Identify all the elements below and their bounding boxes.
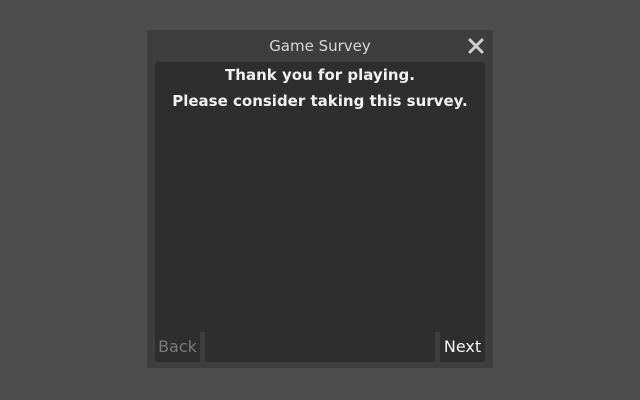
next-button[interactable]: Next <box>440 331 485 362</box>
survey-dialog: Game Survey Thank you for playing. Pleas… <box>147 30 493 368</box>
survey-content-panel: Thank you for playing. Please consider t… <box>155 62 485 332</box>
back-button[interactable]: Back <box>155 331 200 362</box>
close-button[interactable] <box>467 37 485 55</box>
footer-spacer <box>205 331 435 362</box>
dialog-titlebar: Game Survey <box>147 30 493 62</box>
close-icon <box>468 38 484 54</box>
dialog-title: Game Survey <box>269 37 371 55</box>
thank-you-message: Thank you for playing. <box>225 66 415 84</box>
survey-invitation-message: Please consider taking this survey. <box>172 92 468 110</box>
dialog-footer: Back Next <box>155 331 485 362</box>
